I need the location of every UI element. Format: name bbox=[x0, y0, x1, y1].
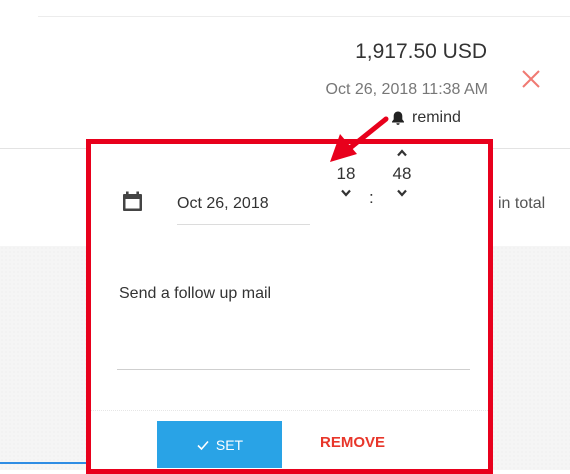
minute-increment-button[interactable] bbox=[387, 147, 417, 161]
reminder-date-field[interactable]: Oct 26, 2018 bbox=[177, 184, 310, 225]
chevron-up-icon bbox=[397, 149, 407, 157]
minute-value[interactable]: 48 bbox=[387, 161, 417, 187]
top-divider bbox=[38, 16, 570, 17]
reminder-note-text: Send a follow up mail bbox=[119, 285, 272, 302]
remind-label: remind bbox=[412, 109, 461, 126]
set-button-label: SET bbox=[215, 436, 244, 453]
hour-value[interactable]: 18 bbox=[331, 161, 361, 187]
in-total-text: in total bbox=[498, 195, 546, 212]
delete-transaction-button[interactable] bbox=[520, 68, 542, 90]
chevron-down-icon bbox=[341, 189, 351, 197]
amount-text: 1,917.50 USD bbox=[355, 40, 487, 63]
reminder-note-field[interactable]: Send a follow up mail bbox=[117, 277, 470, 370]
calendar-icon bbox=[123, 191, 142, 211]
hour-increment-button[interactable] bbox=[331, 147, 361, 161]
chevron-up-icon bbox=[341, 149, 351, 157]
remind-button[interactable]: remind bbox=[390, 109, 461, 127]
minute-picker: 48 bbox=[387, 147, 417, 201]
transaction-datetime: Oct 26, 2018 11:38 AM bbox=[325, 81, 488, 98]
minute-decrement-button[interactable] bbox=[387, 187, 417, 201]
hour-decrement-button[interactable] bbox=[331, 187, 361, 201]
reminder-date-value: Oct 26, 2018 bbox=[177, 195, 269, 212]
close-icon bbox=[522, 70, 540, 88]
reminder-popup: Oct 26, 2018 18 : 48 Send a follow up ma… bbox=[86, 139, 493, 474]
remove-button[interactable]: REMOVE bbox=[320, 434, 385, 451]
hour-picker: 18 bbox=[331, 147, 361, 201]
set-button[interactable]: SET bbox=[157, 421, 282, 468]
chevron-down-icon bbox=[397, 189, 407, 197]
check-icon bbox=[197, 440, 209, 450]
bell-icon bbox=[392, 111, 404, 125]
time-separator: : bbox=[369, 188, 374, 207]
popup-divider bbox=[91, 410, 488, 412]
bottom-accent-line bbox=[0, 462, 88, 464]
